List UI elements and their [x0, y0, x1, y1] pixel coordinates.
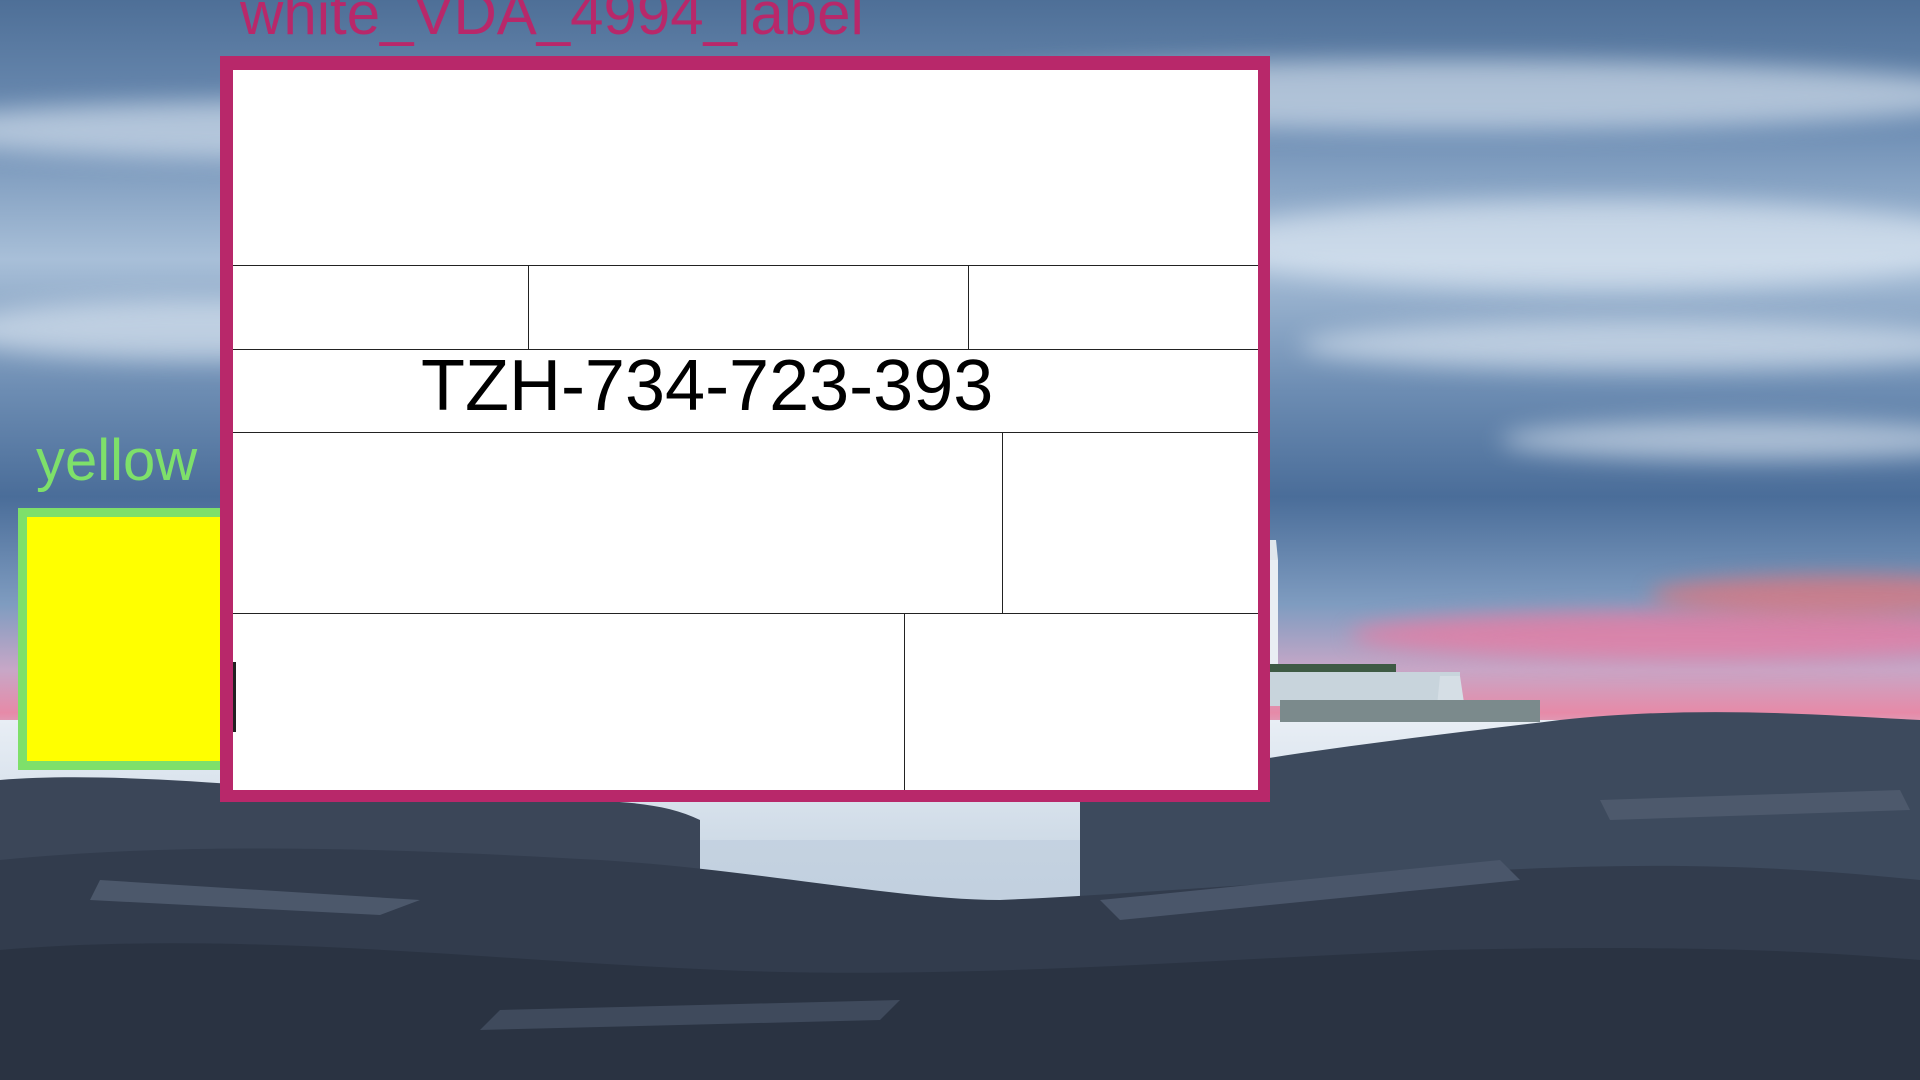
label-column-divider — [904, 613, 905, 790]
label-column-divider — [968, 265, 969, 349]
label-row-divider — [233, 432, 1258, 433]
white-label-card[interactable]: TZH-734-723-393 — [233, 70, 1258, 790]
label-column-divider — [528, 265, 529, 349]
white-label-title: white_VDA_4994_label — [240, 0, 864, 47]
label-column-divider — [1002, 432, 1003, 613]
desktop: yellow white_VDA_4994_label TZH-734-723-… — [0, 0, 1920, 1080]
label-tracking-code: TZH-734-723-393 — [421, 346, 994, 426]
label-row-divider — [233, 613, 1258, 614]
label-edge-mark — [233, 662, 236, 732]
yellow-widget-label: yellow — [36, 428, 198, 493]
label-row-divider — [233, 265, 1258, 266]
